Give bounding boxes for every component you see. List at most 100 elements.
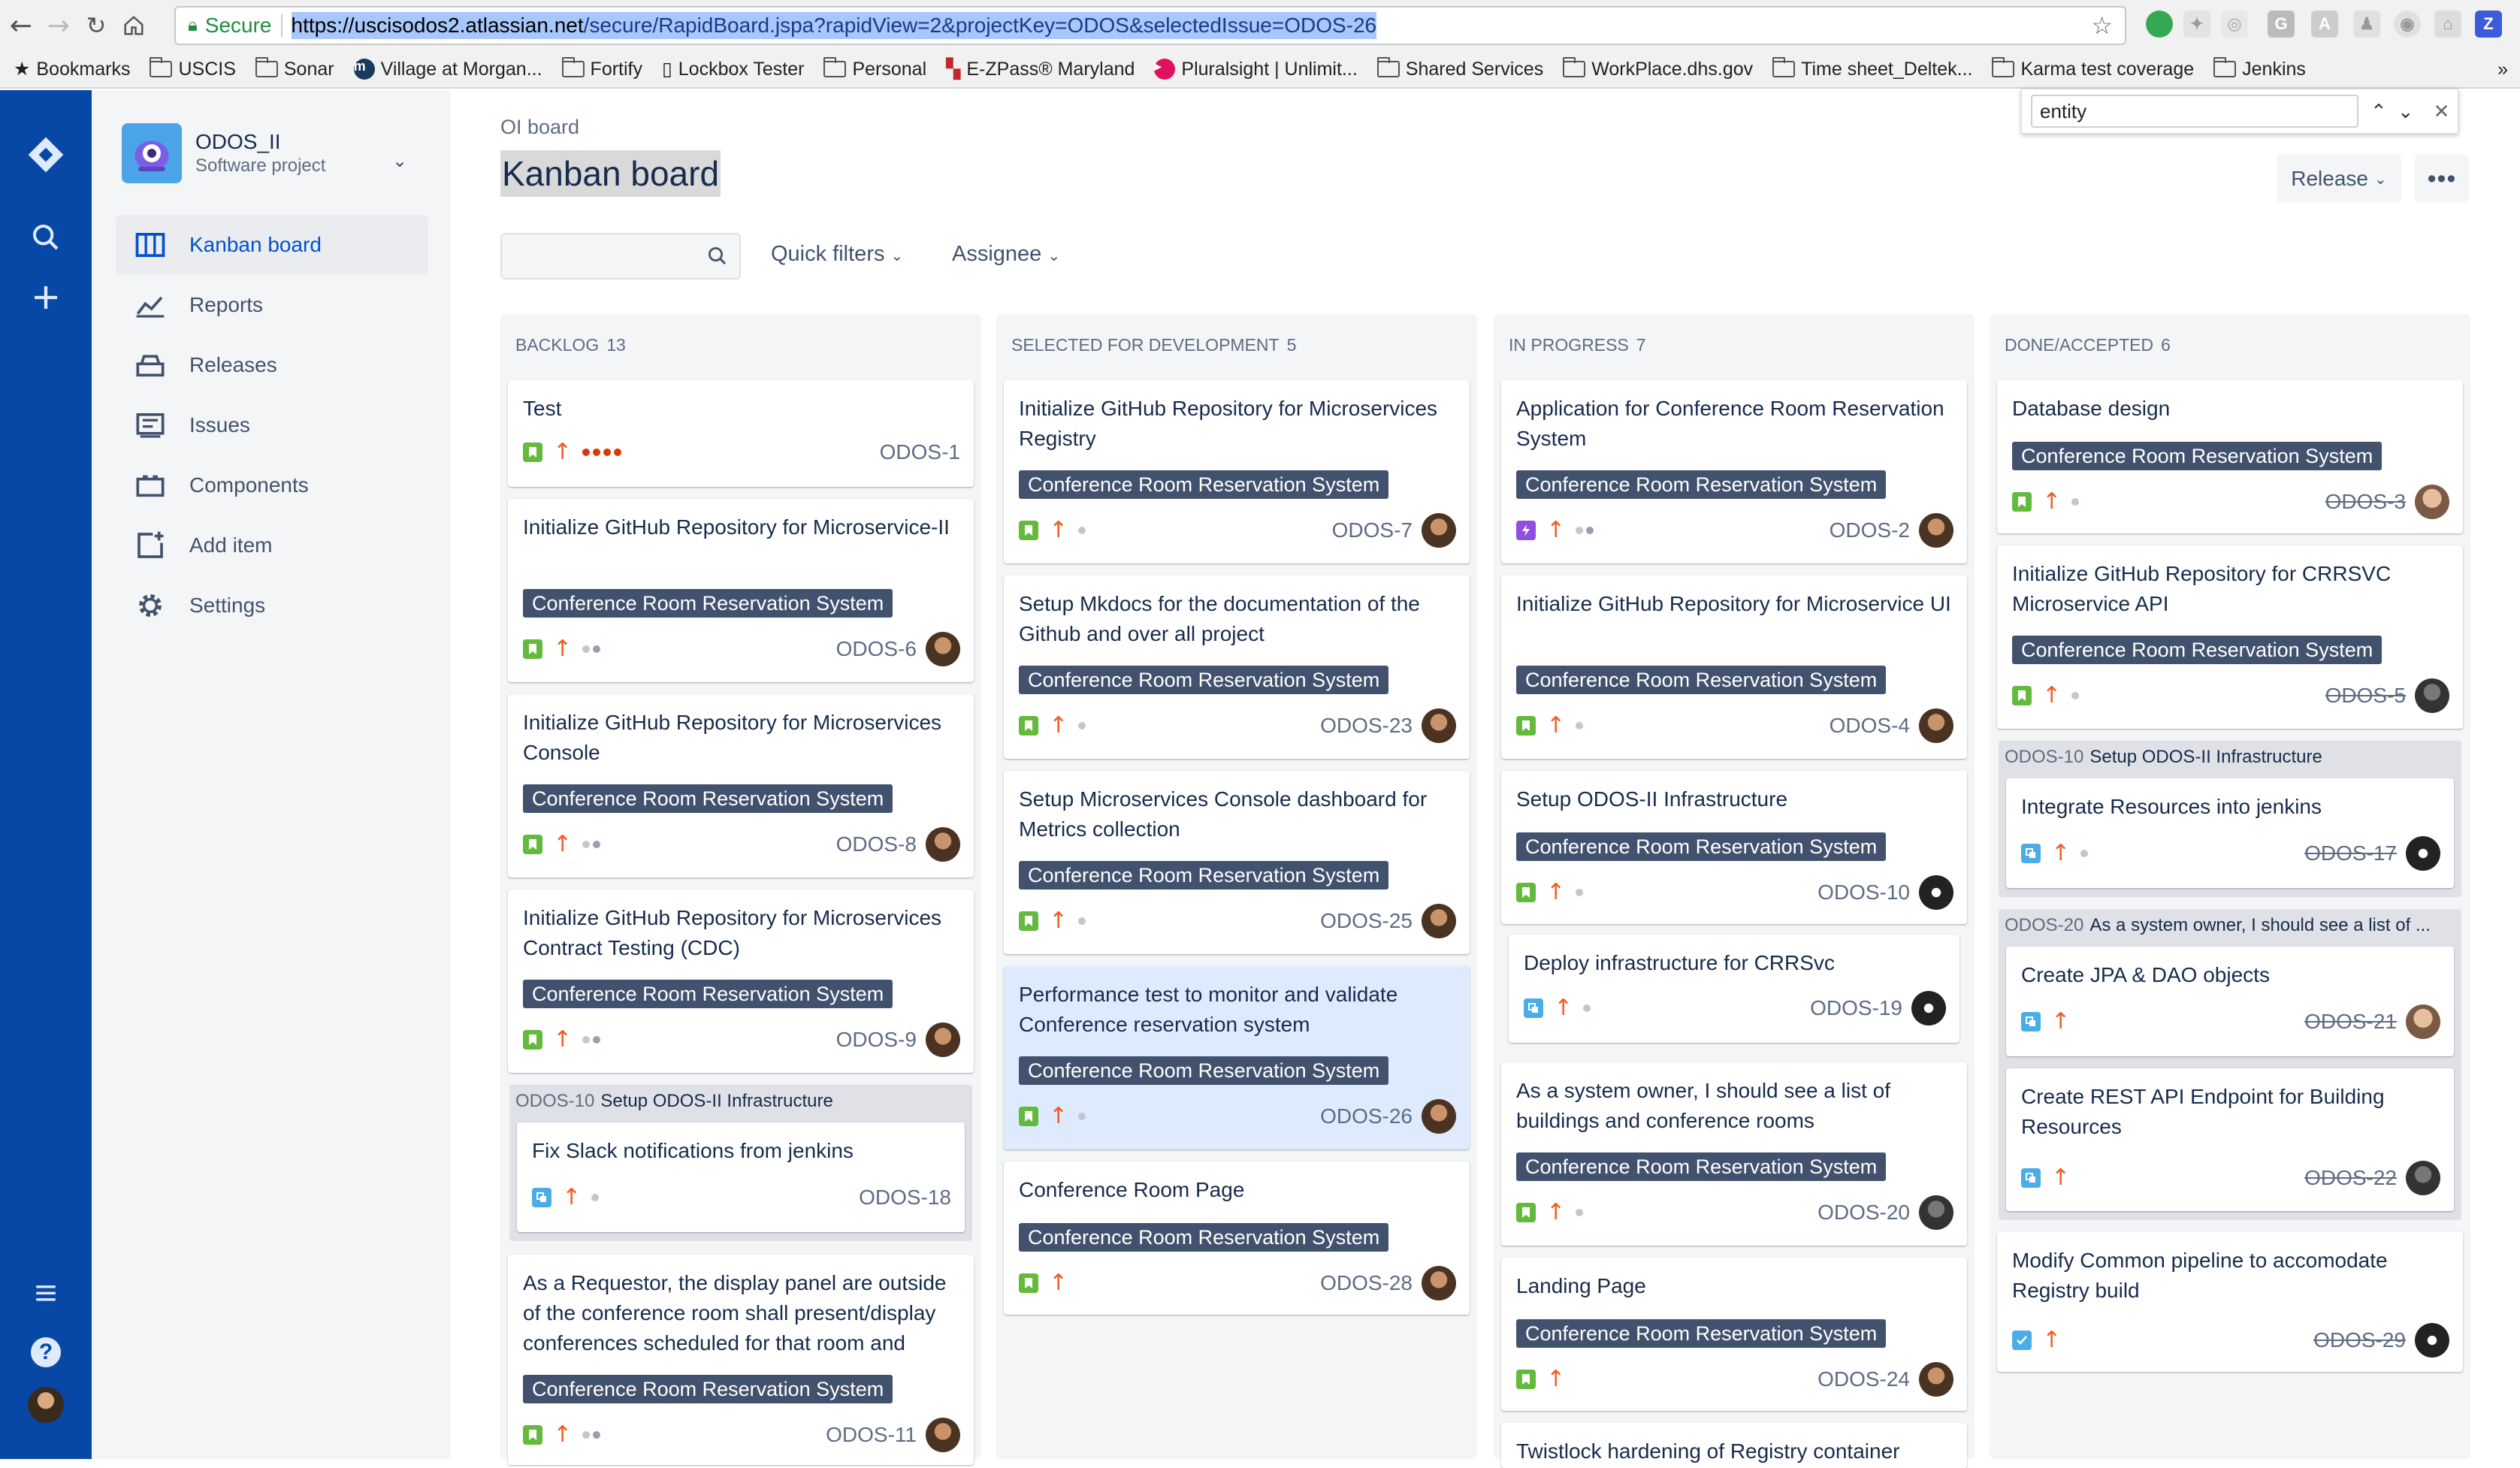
bookmark-item[interactable]: Karma test coverage <box>1992 57 2194 80</box>
find-next-icon[interactable]: ⌄ <box>2398 100 2414 123</box>
epic-badge[interactable]: Conference Room Reservation System <box>1019 1056 1389 1085</box>
bookmark-item[interactable]: WorkPlace.dhs.gov <box>1563 57 1753 80</box>
issue-key[interactable]: ODOS-1 <box>880 440 960 464</box>
sidebar-item-releases[interactable]: Releases <box>116 335 428 395</box>
epic-badge[interactable]: Conference Room Reservation System <box>1516 470 1887 499</box>
issue-key[interactable]: ODOS-24 <box>1817 1367 1910 1391</box>
issue-key[interactable]: ODOS-11 <box>826 1423 917 1447</box>
issue-key[interactable]: ODOS-28 <box>1320 1271 1413 1295</box>
issue-card[interactable]: Deploy infrastructure for CRRSvc ↑ ODOS-… <box>1509 935 1959 1043</box>
sidebar-item-kanban-board[interactable]: Kanban board <box>116 215 428 275</box>
sidebar-item-settings[interactable]: Settings <box>116 575 428 636</box>
bookmark-item[interactable]: Jenkins <box>2213 57 2306 80</box>
profile-avatar[interactable] <box>0 1387 92 1423</box>
issue-key[interactable]: ODOS-9 <box>836 1028 917 1052</box>
reload-icon[interactable]: ↻ <box>80 9 113 42</box>
sidebar-item-components[interactable]: Components <box>116 455 428 515</box>
issue-card[interactable]: Setup Microservices Console dashboard fo… <box>1004 771 1470 954</box>
bookmark-item[interactable]: ▚ E-ZPass® Maryland <box>946 58 1135 80</box>
epic-badge[interactable]: Conference Room Reservation System <box>1516 666 1887 694</box>
issue-card[interactable]: Database design Conference Room Reservat… <box>1997 380 2463 533</box>
bookmark-item[interactable]: m Village at Morgan... <box>353 59 542 80</box>
bookmark-item[interactable]: Sonar <box>255 57 334 80</box>
bookmark-item[interactable]: Time sheet_Deltek... <box>1772 57 1972 80</box>
epic-badge[interactable]: Conference Room Reservation System <box>523 980 893 1008</box>
back-icon[interactable]: ← <box>5 9 38 42</box>
issue-key[interactable]: ODOS-29 <box>2313 1328 2406 1352</box>
menu-icon[interactable] <box>0 1280 92 1306</box>
bookmark-item[interactable]: USCIS <box>150 57 236 80</box>
epic-badge[interactable]: Conference Room Reservation System <box>1516 832 1887 861</box>
issue-card[interactable]: Initialize GitHub Repository for CRRSVC … <box>1997 545 2463 729</box>
issue-card[interactable]: Fix Slack notifications from jenkins ↑ O… <box>517 1122 965 1232</box>
find-previous-icon[interactable]: ⌃ <box>2370 100 2387 123</box>
bookmarks-label[interactable]: ★ Bookmarks <box>14 58 130 80</box>
help-icon[interactable]: ? <box>0 1337 92 1367</box>
project-header[interactable]: ODOS_II Software project <box>122 123 325 183</box>
issue-key[interactable]: ODOS-25 <box>1320 909 1413 933</box>
board-search-input[interactable] <box>500 233 741 279</box>
issue-key[interactable]: ODOS-3 <box>2325 490 2406 514</box>
sidebar-item-add-item[interactable]: Add item <box>116 515 428 575</box>
issue-card[interactable]: Create REST API Endpoint for Building Re… <box>2006 1068 2454 1211</box>
swimlane-label[interactable]: ODOS-10 Setup ODOS-II Infrastructure <box>515 1091 965 1112</box>
extension-icon[interactable]: ◉ <box>2394 11 2421 38</box>
more-bookmarks-icon[interactable]: » <box>2497 59 2508 80</box>
epic-badge[interactable]: Conference Room Reservation System <box>1019 666 1389 694</box>
issue-key[interactable]: ODOS-26 <box>1320 1104 1413 1128</box>
issue-key[interactable]: ODOS-20 <box>1817 1201 1910 1225</box>
jira-logo-icon[interactable] <box>0 134 92 176</box>
issue-key[interactable]: ODOS-17 <box>2304 841 2397 865</box>
issue-card[interactable]: Modify Common pipeline to accomodate Reg… <box>1997 1232 2463 1372</box>
epic-badge[interactable]: Conference Room Reservation System <box>523 589 893 618</box>
assignee-dropdown[interactable]: Assignee ⌄ <box>952 242 1060 267</box>
issue-card[interactable]: Initialize GitHub Repository for Microse… <box>1501 575 1967 759</box>
epic-badge[interactable]: Conference Room Reservation System <box>523 1375 893 1403</box>
issue-card[interactable]: Initialize GitHub Repository for Microse… <box>508 890 974 1073</box>
bookmark-item[interactable]: ▸ Pluralsight | Unlimit... <box>1154 59 1358 80</box>
issue-key[interactable]: ODOS-21 <box>2304 1010 2397 1034</box>
bookmark-item[interactable]: ▯ Lockbox Tester <box>662 58 804 80</box>
epic-badge[interactable]: Conference Room Reservation System <box>1516 1152 1887 1181</box>
extension-icon[interactable]: Z <box>2475 11 2502 38</box>
extension-icon[interactable]: ◎ <box>2221 11 2248 38</box>
extension-icon[interactable]: G <box>2268 11 2295 38</box>
extension-icon[interactable]: ✦ <box>2183 11 2210 38</box>
issue-card[interactable]: Landing Page Conference Room Reservation… <box>1501 1258 1967 1411</box>
quick-filters-dropdown[interactable]: Quick filters ⌄ <box>771 242 903 267</box>
swimlane-label[interactable]: ODOS-10 Setup ODOS-II Infrastructure <box>2005 747 2454 768</box>
issue-card[interactable]: Initialize GitHub Repository for Microse… <box>508 694 974 877</box>
extension-icon[interactable] <box>2146 11 2173 38</box>
epic-badge[interactable]: Conference Room Reservation System <box>1019 470 1389 499</box>
issue-key[interactable]: ODOS-22 <box>2304 1166 2397 1190</box>
release-button[interactable]: Release ⌄ <box>2277 155 2401 203</box>
issue-card[interactable]: Integrate Resources into jenkins ↑ ODOS-… <box>2006 778 2454 888</box>
epic-badge[interactable]: Conference Room Reservation System <box>523 784 893 813</box>
search-icon[interactable] <box>0 222 92 252</box>
extension-icon[interactable]: ♟ <box>2353 11 2380 38</box>
bookmark-star-icon[interactable]: ☆ <box>2091 11 2113 40</box>
issue-card[interactable]: Twistlock hardening of Registry containe… <box>1501 1423 1967 1468</box>
epic-badge[interactable]: Conference Room Reservation System <box>1019 1223 1389 1252</box>
issue-card[interactable]: Conference Room Page Conference Room Res… <box>1004 1161 1470 1315</box>
bookmark-item[interactable]: Personal <box>823 57 926 80</box>
find-input[interactable] <box>2031 95 2358 128</box>
issue-card[interactable]: Create JPA & DAO objects ↑ ODOS-21 <box>2006 947 2454 1056</box>
forward-icon[interactable]: → <box>42 9 75 42</box>
chevron-down-icon[interactable]: ⌄ <box>392 150 407 172</box>
issue-card[interactable]: Initialize GitHub Repository for Microse… <box>1004 380 1470 563</box>
issue-key[interactable]: ODOS-23 <box>1320 714 1413 738</box>
issue-card[interactable]: As a system owner, I should see a list o… <box>1501 1062 1967 1246</box>
issue-card[interactable]: Application for Conference Room Reservat… <box>1501 380 1967 563</box>
swimlane-label[interactable]: ODOS-20 As a system owner, I should see a… <box>2005 915 2454 936</box>
issue-card[interactable]: As a Requestor, the display panel are ou… <box>508 1255 974 1465</box>
sidebar-item-issues[interactable]: Issues <box>116 395 428 455</box>
sidebar-item-reports[interactable]: Reports <box>116 275 428 335</box>
issue-key[interactable]: ODOS-10 <box>1817 880 1910 905</box>
home-icon[interactable] <box>117 9 150 42</box>
breadcrumb[interactable]: OI board <box>500 116 579 139</box>
extension-icon[interactable]: ⌂ <box>2434 11 2461 38</box>
issue-key[interactable]: ODOS-6 <box>836 637 917 661</box>
issue-card-selected[interactable]: Performance test to monitor and validate… <box>1004 966 1470 1149</box>
epic-badge[interactable]: Conference Room Reservation System <box>1516 1319 1887 1348</box>
